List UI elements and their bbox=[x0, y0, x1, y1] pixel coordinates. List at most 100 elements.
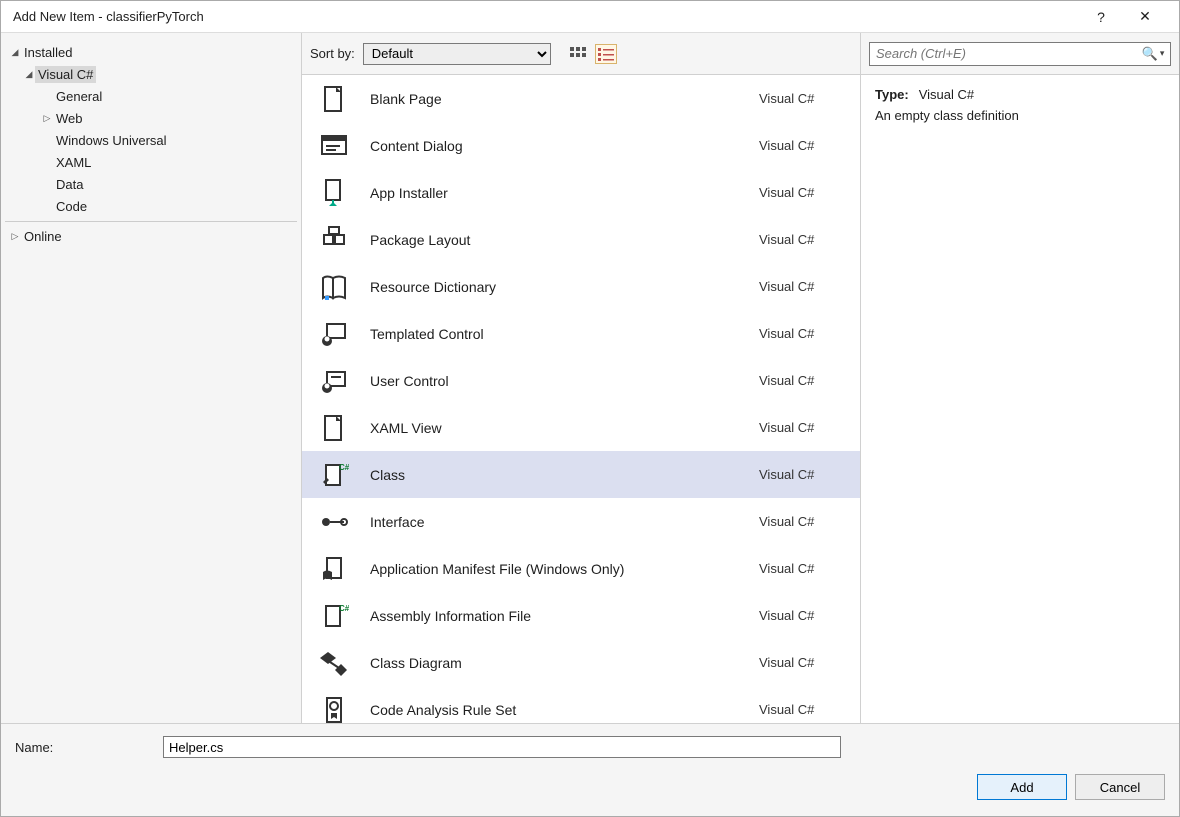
details-body: Type: Visual C# An empty class definitio… bbox=[861, 75, 1179, 135]
template-label: Content Dialog bbox=[370, 138, 739, 154]
search-box[interactable]: 🔍▾ bbox=[869, 42, 1171, 66]
tree-item-label: General bbox=[53, 88, 105, 105]
tree-item-label: Data bbox=[53, 176, 86, 193]
page-icon bbox=[318, 412, 350, 444]
tree-item-label: Online bbox=[21, 228, 65, 245]
detail-description: An empty class definition bbox=[875, 108, 1165, 123]
add-button[interactable]: Add bbox=[977, 774, 1067, 800]
template-row[interactable]: Templated ControlVisual C# bbox=[302, 310, 860, 357]
tree-item-label: Code bbox=[53, 198, 90, 215]
template-list[interactable]: Blank Page Visual C# Content Dialog Visual … bbox=[302, 75, 860, 723]
template-row[interactable]: Content Dialog Visual C# bbox=[302, 122, 860, 169]
tree-item-data[interactable]: Data bbox=[5, 174, 297, 195]
template-lang: Visual C# bbox=[759, 279, 844, 294]
details-pane: 🔍▾ Type: Visual C# An empty class defini… bbox=[861, 33, 1179, 723]
template-row[interactable]: App Installer Visual C# bbox=[302, 169, 860, 216]
template-pane: Sort by: Default Blank PageVisual C#Cont… bbox=[301, 33, 861, 723]
list-icon bbox=[598, 47, 614, 61]
template-lang: Visual C# bbox=[759, 232, 844, 247]
title-bar: Add New Item - classifierPyTorch ? ✕ bbox=[1, 1, 1179, 33]
tree-item-online[interactable]: ▷ Online bbox=[5, 226, 297, 247]
tree-item-label: Visual C# bbox=[35, 66, 96, 83]
category-tree: ◢ Installed ◢ Visual C# General ▷ Web Wi… bbox=[1, 33, 301, 723]
template-label: Interface bbox=[370, 514, 739, 530]
tree-item-label: Windows Universal bbox=[53, 132, 170, 149]
template-row[interactable]: Class Visual C# bbox=[302, 451, 860, 498]
pagedl-icon bbox=[318, 177, 350, 209]
tree-item-visual-csharp[interactable]: ◢ Visual C# bbox=[5, 64, 297, 85]
tree-item-code[interactable]: Code bbox=[5, 196, 297, 217]
class-icon bbox=[318, 459, 350, 491]
close-button[interactable]: ✕ bbox=[1123, 8, 1167, 25]
template-row[interactable]: Resource Dictionary Visual C# bbox=[302, 263, 860, 310]
dialog-icon bbox=[318, 130, 350, 162]
main-area: ◢ Installed ◢ Visual C# General ▷ Web Wi… bbox=[1, 33, 1179, 723]
template-row[interactable]: Package Layout Visual C# bbox=[302, 216, 860, 263]
template-lang: Visual C# bbox=[759, 608, 844, 623]
footer: Name: Add Cancel bbox=[1, 723, 1179, 816]
tctrl-icon bbox=[318, 318, 350, 350]
template-row[interactable]: Application Manifest File (Windows Only)… bbox=[302, 545, 860, 592]
template-label: XAML View bbox=[370, 420, 739, 436]
template-lang: Visual C# bbox=[759, 91, 844, 106]
template-label: Application Manifest File (Windows Only) bbox=[370, 561, 739, 577]
book-icon bbox=[318, 271, 350, 303]
search-icon[interactable]: 🔍▾ bbox=[1136, 46, 1170, 62]
template-label: Class bbox=[370, 467, 739, 483]
name-row: Name: bbox=[15, 736, 1165, 758]
chevron-down-icon: ◢ bbox=[9, 47, 21, 58]
tree-item-general[interactable]: General bbox=[5, 86, 297, 107]
tree-item-label: Installed bbox=[21, 44, 75, 61]
template-label: Code Analysis Rule Set bbox=[370, 702, 739, 718]
template-row[interactable]: Blank Page Visual C# bbox=[302, 75, 860, 122]
template-row[interactable]: Assembly Information FileVisual C# bbox=[302, 592, 860, 639]
chevron-right-icon: ▷ bbox=[41, 113, 53, 124]
template-lang: Visual C# bbox=[759, 467, 844, 482]
search-input[interactable] bbox=[870, 46, 1136, 61]
cancel-button[interactable]: Cancel bbox=[1075, 774, 1165, 800]
search-row: 🔍▾ bbox=[861, 33, 1179, 75]
assembly-icon bbox=[318, 600, 350, 632]
template-row[interactable]: User Control Visual C# bbox=[302, 357, 860, 404]
tree-item-installed[interactable]: ◢ Installed bbox=[5, 42, 297, 63]
template-row[interactable]: Interface Visual C# bbox=[302, 498, 860, 545]
detail-type-value: Visual C# bbox=[919, 87, 974, 102]
sort-toolbar: Sort by: Default bbox=[302, 33, 860, 75]
template-lang: Visual C# bbox=[759, 373, 844, 388]
diagram-icon bbox=[318, 647, 350, 679]
view-list-button[interactable] bbox=[595, 44, 617, 64]
template-lang: Visual C# bbox=[759, 185, 844, 200]
template-row[interactable]: Class Diagram Visual C# bbox=[302, 639, 860, 686]
template-lang: Visual C# bbox=[759, 702, 844, 717]
template-lang: Visual C# bbox=[759, 138, 844, 153]
template-lang: Visual C# bbox=[759, 514, 844, 529]
name-input[interactable] bbox=[163, 736, 841, 758]
divider bbox=[5, 221, 297, 222]
help-button[interactable]: ? bbox=[1079, 9, 1123, 25]
template-label: Class Diagram bbox=[370, 655, 739, 671]
chevron-right-icon: ▷ bbox=[9, 231, 21, 242]
manifest-icon bbox=[318, 553, 350, 585]
tree-item-xaml[interactable]: XAML bbox=[5, 152, 297, 173]
name-label: Name: bbox=[15, 740, 155, 755]
tree-item-label: XAML bbox=[53, 154, 94, 171]
template-row[interactable]: XAML ViewVisual C# bbox=[302, 404, 860, 451]
tree-item-web[interactable]: ▷ Web bbox=[5, 108, 297, 129]
template-lang: Visual C# bbox=[759, 655, 844, 670]
tree-item-windows-universal[interactable]: Windows Universal bbox=[5, 130, 297, 151]
template-label: Resource Dictionary bbox=[370, 279, 739, 295]
view-tiles-button[interactable] bbox=[567, 44, 589, 64]
uctrl-icon bbox=[318, 365, 350, 397]
template-label: App Installer bbox=[370, 185, 739, 201]
page-icon bbox=[318, 83, 350, 115]
template-row[interactable]: Code Analysis Rule Set Visual C# bbox=[302, 686, 860, 723]
template-label: User Control bbox=[370, 373, 739, 389]
template-label: Blank Page bbox=[370, 91, 739, 107]
window-title: Add New Item - classifierPyTorch bbox=[13, 9, 1079, 24]
tree-item-label: Web bbox=[53, 110, 86, 127]
tiles-icon bbox=[570, 47, 586, 61]
interface-icon bbox=[318, 506, 350, 538]
sort-dropdown[interactable]: Default bbox=[363, 43, 551, 65]
template-label: Package Layout bbox=[370, 232, 739, 248]
template-label: Templated Control bbox=[370, 326, 739, 342]
